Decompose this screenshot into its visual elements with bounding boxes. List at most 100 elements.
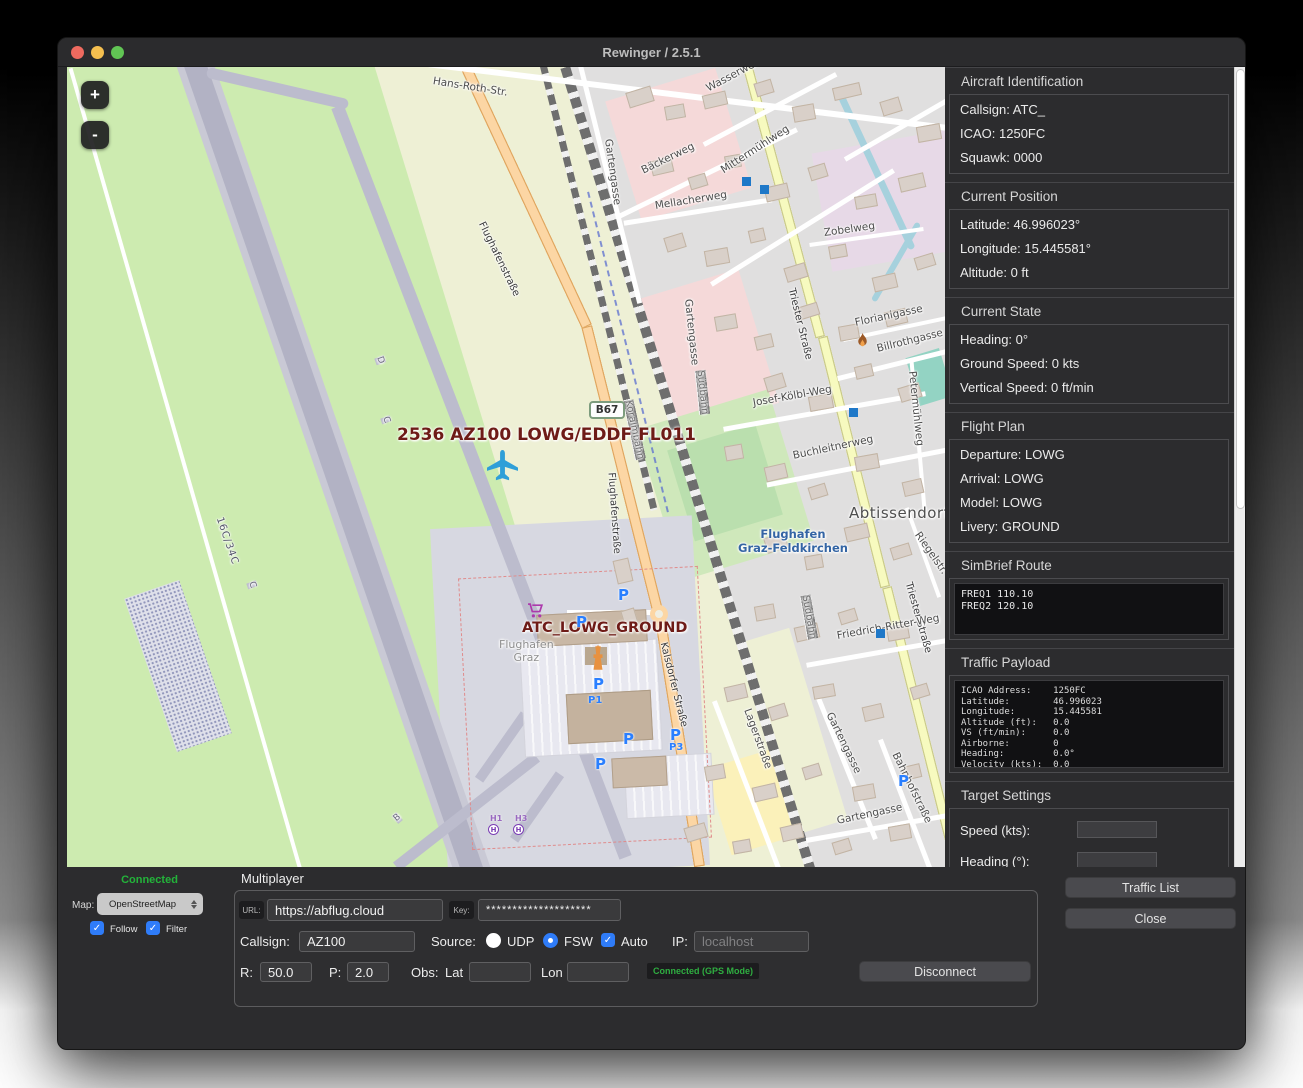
info-sidebar: Aircraft Identification Callsign: ATC_ I… bbox=[945, 67, 1245, 867]
aircraft-icon[interactable] bbox=[487, 449, 518, 482]
map-marker-square bbox=[876, 629, 885, 638]
r-input[interactable] bbox=[260, 962, 312, 982]
bus-stop-h3-label: H3 bbox=[515, 814, 528, 823]
map-provider-value: OpenStreetMap bbox=[109, 898, 177, 910]
source-label: Source: bbox=[431, 934, 476, 949]
chevron-updown-icon bbox=[191, 899, 197, 909]
bottom-panel: Connected Map: OpenStreetMap ✓ Follow ✓ … bbox=[58, 867, 1245, 1049]
url-input[interactable] bbox=[267, 899, 443, 921]
traffic-list-button[interactable]: Traffic List bbox=[1065, 877, 1236, 898]
lon-label: Lon bbox=[541, 965, 563, 980]
section-simbrief-route: SimBrief Route FREQ1 110.10 FREQ2 120.10 bbox=[945, 551, 1245, 648]
window-content: Hans-Roth-Str.BäckerwegWasserwerkwegMell… bbox=[58, 67, 1245, 1049]
heading-value: Heading: 0° bbox=[960, 332, 1029, 347]
app-window: Rewinger / 2.5.1 Hans-Roth-Str. Bäckerweg… bbox=[57, 37, 1246, 1050]
map-label: 16C/34C bbox=[213, 515, 241, 567]
callsign-label: Callsign: bbox=[240, 934, 290, 949]
key-input[interactable] bbox=[478, 899, 621, 921]
lat-input[interactable] bbox=[469, 962, 531, 982]
shopping-cart-icon bbox=[528, 603, 544, 618]
vertical-speed-value: Vertical Speed: 0 ft/min bbox=[960, 380, 1094, 395]
key-label: Key: bbox=[449, 901, 474, 919]
lat-label: Lat bbox=[445, 965, 464, 980]
livery-value: Livery: GROUND bbox=[960, 519, 1060, 534]
window-title: Rewinger / 2.5.1 bbox=[602, 45, 701, 60]
map-marker-square bbox=[760, 185, 769, 194]
atc-station-map-label[interactable]: ATC_LOWG_GROUND bbox=[522, 620, 687, 636]
zoom-out-button[interactable]: - bbox=[81, 121, 109, 149]
section-title: Traffic Payload bbox=[961, 655, 1051, 670]
route-badge-b67: B67 bbox=[589, 401, 625, 419]
section-title: Flight Plan bbox=[961, 419, 1025, 434]
simbrief-route-textarea[interactable]: FREQ1 110.10 FREQ2 120.10 bbox=[954, 583, 1224, 635]
obs-label: Obs: bbox=[411, 965, 439, 980]
auto-checkbox[interactable]: ✓ bbox=[601, 933, 615, 947]
udp-radio[interactable] bbox=[486, 933, 501, 948]
lon-input[interactable] bbox=[567, 962, 629, 982]
arrival-value: Arrival: LOWG bbox=[960, 471, 1044, 486]
map-label: D bbox=[374, 355, 387, 366]
departure-value: Departure: LOWG bbox=[960, 447, 1065, 462]
section-flight-plan: Flight Plan Departure: LOWG Arrival: LOW… bbox=[945, 412, 1245, 551]
map-select-label: Map: bbox=[72, 900, 95, 911]
longitude-value: Longitude: 15.445581° bbox=[960, 241, 1091, 256]
map-building bbox=[723, 153, 743, 170]
p-label: P: bbox=[329, 965, 342, 980]
parking-icon: P bbox=[623, 730, 634, 748]
section-traffic-payload: Traffic Payload ICAO Address: 1250FC Lat… bbox=[945, 648, 1245, 781]
scrollbar-thumb[interactable] bbox=[1236, 69, 1245, 509]
section-title: Current Position bbox=[961, 189, 1058, 204]
fsw-radio[interactable] bbox=[543, 933, 558, 948]
map-marker-square bbox=[849, 408, 858, 417]
p-input[interactable] bbox=[347, 962, 389, 982]
bus-stop-h1-label: H1 bbox=[490, 814, 503, 823]
callsign-input[interactable] bbox=[299, 931, 415, 952]
section-aircraft-identification: Aircraft Identification Callsign: ATC_ I… bbox=[945, 67, 1245, 182]
udp-label: UDP bbox=[507, 934, 535, 949]
follow-checkbox[interactable]: ✓ bbox=[90, 921, 104, 935]
map-marker-square bbox=[742, 177, 751, 186]
aircraft-map-label[interactable]: 2536 AZ100 LOWG/EDDF FL011 bbox=[397, 425, 696, 445]
desktop-backdrop: Rewinger / 2.5.1 Hans-Roth-Str. Bäckerweg… bbox=[0, 0, 1303, 1088]
ip-label: IP: bbox=[672, 934, 688, 949]
map-label: C bbox=[246, 580, 258, 590]
map-label: B bbox=[391, 812, 403, 824]
target-heading-label: Heading (°): bbox=[960, 854, 1030, 867]
model-value: Model: LOWG bbox=[960, 495, 1043, 510]
target-speed-label: Speed (kts): bbox=[960, 823, 1031, 838]
map-region bbox=[458, 565, 712, 851]
squawk-value: Squawk: 0000 bbox=[960, 150, 1043, 165]
parking-p1-label: P1 bbox=[588, 695, 603, 706]
section-title: Current State bbox=[961, 304, 1042, 319]
map-building bbox=[723, 443, 745, 462]
filter-checkbox[interactable]: ✓ bbox=[146, 921, 160, 935]
map-label: C bbox=[380, 415, 392, 425]
section-target-settings: Target Settings Speed (kts): Heading (°)… bbox=[945, 781, 1245, 867]
parking-icon: P bbox=[576, 613, 587, 631]
section-title: Aircraft Identification bbox=[961, 74, 1084, 89]
map-provider-select[interactable]: OpenStreetMap bbox=[97, 893, 203, 915]
fsw-label: FSW bbox=[564, 934, 593, 949]
target-speed-input[interactable] bbox=[1077, 821, 1157, 838]
parking-icon: P bbox=[670, 726, 681, 744]
parking-icon: P bbox=[593, 675, 604, 693]
target-heading-input[interactable] bbox=[1077, 852, 1157, 867]
ip-input[interactable] bbox=[694, 931, 809, 952]
close-button[interactable]: Close bbox=[1065, 908, 1236, 929]
icao-value: ICAO: 1250FC bbox=[960, 126, 1046, 141]
disconnect-button[interactable]: Disconnect bbox=[859, 961, 1031, 982]
section-current-position: Current Position Latitude: 46.996023° Lo… bbox=[945, 182, 1245, 297]
title-bar[interactable]: Rewinger / 2.5.1 bbox=[58, 38, 1245, 67]
bus-stop-icon: H bbox=[488, 824, 499, 835]
map-canvas[interactable]: Hans-Roth-Str.BäckerwegWasserwerkwegMell… bbox=[67, 67, 945, 867]
auto-label: Auto bbox=[621, 934, 648, 949]
altitude-value: Altitude: 0 ft bbox=[960, 265, 1029, 280]
zoom-in-button[interactable]: + bbox=[81, 81, 109, 109]
gps-mode-status: Connected (GPS Mode) bbox=[647, 963, 760, 979]
sidebar-scrollbar[interactable] bbox=[1234, 67, 1245, 867]
multiplayer-title: Multiplayer bbox=[241, 871, 304, 886]
follow-label: Follow bbox=[110, 924, 138, 935]
multiplayer-group: URL: Key: Callsign: Source: UDP FSW ✓ Au… bbox=[234, 890, 1038, 1007]
connection-status: Connected bbox=[121, 874, 178, 886]
url-label: URL: bbox=[239, 901, 264, 919]
